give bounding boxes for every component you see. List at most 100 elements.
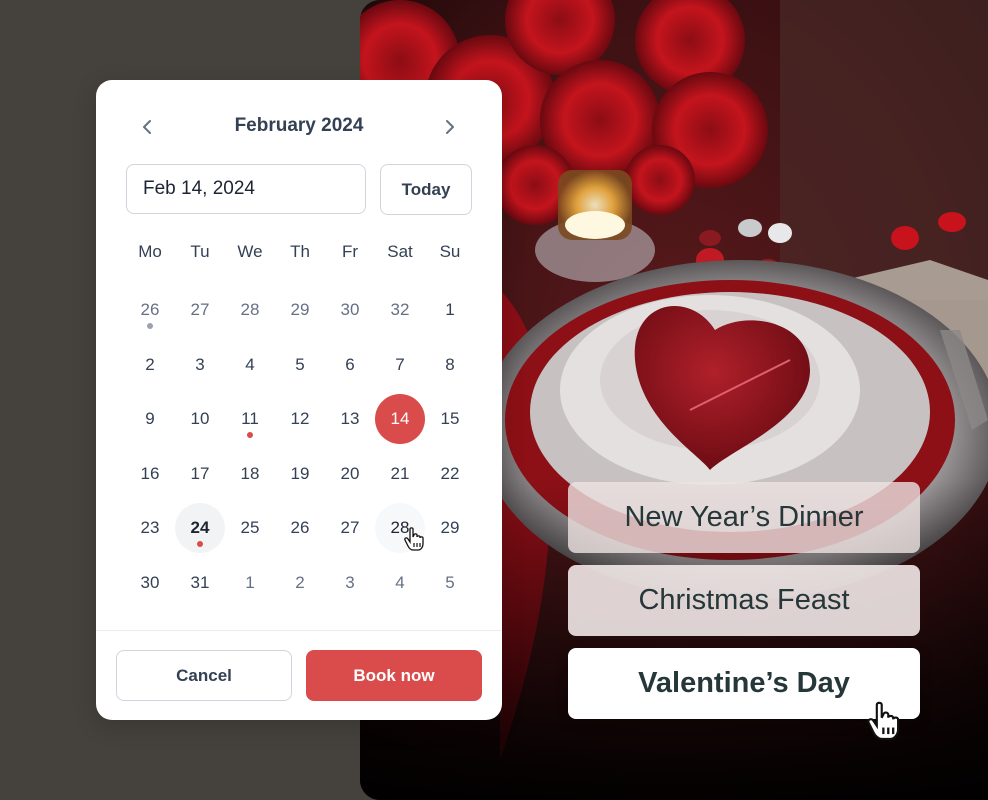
day-cell[interactable]: 18 [225, 447, 275, 502]
day-number: 11 [241, 409, 259, 429]
day-number: 27 [340, 518, 360, 538]
day-number: 2 [145, 354, 155, 374]
day-cell[interactable]: 17 [175, 447, 225, 502]
day-cell[interactable]: 27 [175, 283, 225, 338]
option-valentines-day[interactable]: Valentine’s Day [568, 648, 920, 719]
date-input[interactable]: Feb 14, 2024 [126, 164, 366, 214]
day-cell[interactable]: 31 [175, 556, 225, 611]
day-number: 6 [345, 354, 355, 374]
day-number: 27 [190, 300, 210, 320]
day-number: 19 [290, 463, 310, 483]
day-number: 29 [290, 300, 310, 320]
day-cell[interactable]: 4 [375, 556, 425, 611]
day-cell[interactable]: 22 [425, 447, 475, 502]
day-number: 28 [240, 300, 260, 320]
day-number: 3 [195, 354, 205, 374]
event-dot-indicator [147, 323, 153, 330]
next-month-button[interactable] [434, 112, 464, 142]
day-cell[interactable]: 29 [425, 501, 475, 556]
day-cell[interactable]: 26 [275, 501, 325, 556]
day-cell[interactable]: 10 [175, 392, 225, 447]
day-number: 3 [345, 572, 355, 592]
day-number: 5 [445, 572, 455, 592]
book-now-button[interactable]: Book now [306, 650, 482, 701]
day-cell[interactable]: 24 [175, 501, 225, 556]
option-christmas-feast[interactable]: Christmas Feast [568, 565, 920, 636]
day-number: 26 [290, 518, 310, 538]
day-number: 26 [140, 300, 160, 320]
day-cell[interactable]: 30 [325, 283, 375, 338]
day-cell[interactable]: 3 [325, 556, 375, 611]
day-cell[interactable]: 8 [425, 338, 475, 393]
day-number: 4 [395, 572, 405, 592]
day-cell[interactable]: 16 [125, 447, 175, 502]
day-cell[interactable]: 9 [125, 392, 175, 447]
day-cell[interactable]: 13 [325, 392, 375, 447]
footer-divider [96, 630, 502, 631]
day-number: 17 [190, 463, 210, 483]
day-number: 31 [190, 572, 210, 592]
day-cell[interactable]: 15 [425, 392, 475, 447]
day-cell[interactable]: 20 [325, 447, 375, 502]
day-cell[interactable]: 3 [175, 338, 225, 393]
day-cell[interactable]: 19 [275, 447, 325, 502]
day-number: 23 [140, 518, 160, 538]
day-number: 13 [340, 409, 360, 429]
day-cell[interactable]: 14 [375, 392, 425, 447]
day-cell[interactable]: 28 [375, 501, 425, 556]
day-cell[interactable]: 5 [275, 338, 325, 393]
day-cell[interactable]: 12 [275, 392, 325, 447]
day-cell[interactable]: 11 [225, 392, 275, 447]
day-number: 28 [390, 518, 410, 538]
day-cell[interactable]: 32 [375, 283, 425, 338]
day-number: 25 [240, 518, 260, 538]
weekday-label: Su [439, 242, 461, 261]
weekday-label: Th [290, 242, 310, 261]
weekday-label: Sat [387, 242, 413, 261]
day-cell[interactable]: 2 [125, 338, 175, 393]
day-cell[interactable]: 1 [425, 283, 475, 338]
day-cell[interactable]: 2 [275, 556, 325, 611]
day-cell[interactable]: 5 [425, 556, 475, 611]
day-number: 10 [190, 409, 210, 429]
calendar-header: February 2024 [96, 106, 502, 148]
today-button[interactable]: Today [380, 164, 472, 215]
chevron-right-icon [446, 120, 454, 134]
day-number: 16 [140, 463, 160, 483]
day-cell[interactable]: 30 [125, 556, 175, 611]
day-number: 30 [140, 572, 160, 592]
weekday-label: Mo [138, 242, 162, 261]
day-number: 9 [145, 409, 155, 429]
day-grid: 26 27 28 29 30 32 1 2 3 4 5 6 7 8 9 10 11 12 13 14 15 16 17 18 1… [125, 283, 475, 610]
day-cell[interactable]: 23 [125, 501, 175, 556]
day-number: 24 [190, 518, 210, 538]
day-number: 15 [440, 409, 460, 429]
day-number: 14 [390, 409, 410, 429]
day-cell[interactable]: 27 [325, 501, 375, 556]
day-number: 1 [245, 572, 255, 592]
day-number: 18 [240, 463, 260, 483]
day-cell[interactable]: 29 [275, 283, 325, 338]
day-cell[interactable]: 21 [375, 447, 425, 502]
day-cell[interactable]: 6 [325, 338, 375, 393]
day-cell[interactable]: 25 [225, 501, 275, 556]
day-number: 1 [445, 300, 455, 320]
event-dot-indicator [247, 432, 253, 439]
weekday-label: Fr [341, 242, 359, 261]
date-picker-card: February 2024 Feb 14, 2024 Today Mo Tu W… [96, 80, 502, 720]
day-cell[interactable]: 28 [225, 283, 275, 338]
option-new-years-dinner[interactable]: New Year’s Dinner [568, 482, 920, 553]
day-number: 29 [440, 518, 460, 538]
day-cell[interactable]: 7 [375, 338, 425, 393]
day-cell[interactable]: 26 [125, 283, 175, 338]
day-number: 2 [295, 572, 305, 592]
day-number: 4 [245, 354, 255, 374]
cancel-button[interactable]: Cancel [116, 650, 292, 701]
day-cell[interactable]: 1 [225, 556, 275, 611]
day-number: 30 [340, 300, 360, 320]
day-cell[interactable]: 4 [225, 338, 275, 393]
weekday-label: Tu [190, 242, 210, 261]
event-dot-indicator [197, 541, 203, 548]
day-number: 12 [290, 409, 310, 429]
day-number: 22 [440, 463, 460, 483]
